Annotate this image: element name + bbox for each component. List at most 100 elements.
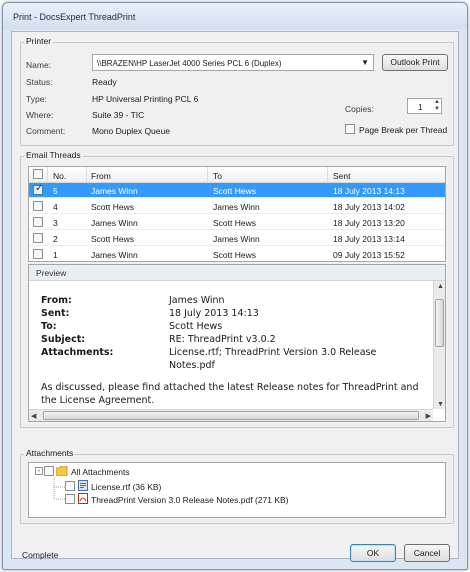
- rtf-file-icon: [78, 480, 88, 491]
- attachment-name: ThreadPrint Version 3.0 Release Notes.pd…: [91, 495, 289, 505]
- vertical-scroll-thumb[interactable]: [435, 299, 444, 347]
- row-from: Scott Hews: [91, 202, 134, 212]
- type-value: HP Universal Printing PCL 6: [92, 94, 199, 104]
- row-to: Scott Hews: [213, 250, 256, 260]
- all-attachments-checkbox[interactable]: [44, 466, 54, 476]
- row-checkbox[interactable]: [33, 201, 43, 211]
- preview-subject-value: RE: ThreadPrint v3.0.2: [169, 334, 276, 345]
- outlook-print-button[interactable]: Outlook Print: [382, 54, 448, 71]
- scroll-right-icon[interactable]: ▶: [426, 412, 431, 420]
- row-sent: 09 July 2013 15:52: [333, 250, 405, 260]
- row-checkbox[interactable]: [33, 183, 43, 195]
- row-to: Scott Hews: [213, 186, 256, 196]
- printer-name-value: \\BRAZEN\HP LaserJet 4000 Series PCL 6 (…: [97, 59, 282, 68]
- preview-header: Preview: [29, 265, 445, 281]
- table-row[interactable]: 4 Scott Hews James Winn 18 July 2013 14:…: [29, 199, 445, 214]
- col-sent-header[interactable]: Sent: [333, 171, 351, 181]
- attachment-checkbox[interactable]: [65, 481, 75, 491]
- type-label: Type:: [26, 94, 47, 104]
- chevron-down-icon: ▼: [361, 58, 369, 67]
- printer-name-select[interactable]: \\BRAZEN\HP LaserJet 4000 Series PCL 6 (…: [92, 54, 374, 71]
- preview-attachments-line2: Notes.pdf: [169, 360, 215, 371]
- col-from-header[interactable]: From: [91, 171, 111, 181]
- preview-subject-label: Subject:: [41, 334, 86, 345]
- name-label: Name:: [26, 60, 52, 70]
- row-sent: 18 July 2013 13:20: [333, 218, 405, 228]
- row-to: James Winn: [213, 202, 260, 212]
- preview-label: Preview: [36, 268, 67, 278]
- preview-pane[interactable]: Preview From: James Winn Sent: 18 July 2…: [28, 264, 446, 422]
- row-from: James Winn: [91, 250, 138, 260]
- row-from: Scott Hews: [91, 234, 134, 244]
- copies-label: Copies:: [345, 104, 374, 114]
- preview-horizontal-scrollbar[interactable]: ◀ ▶: [29, 409, 433, 421]
- window-title: Print - DocsExpert ThreadPrint: [13, 12, 136, 22]
- print-dialog: Print - DocsExpert ThreadPrint Printer N…: [2, 2, 468, 570]
- printer-group-label: Printer: [24, 36, 54, 46]
- cancel-button[interactable]: Cancel: [404, 544, 450, 562]
- row-sent: 18 July 2013 14:02: [333, 202, 405, 212]
- preview-body-line2: the License Agreement.: [41, 395, 155, 406]
- all-attachments-label: All Attachments: [71, 467, 130, 477]
- collapse-icon[interactable]: -: [35, 467, 43, 475]
- title-bar[interactable]: Print - DocsExpert ThreadPrint: [3, 3, 467, 29]
- status-text: Complete: [22, 550, 59, 560]
- spin-up-icon[interactable]: ▲: [434, 99, 440, 105]
- status-label: Status:: [26, 77, 53, 87]
- horizontal-scroll-thumb[interactable]: [43, 411, 419, 420]
- table-row[interactable]: 1 James Winn Scott Hews 09 July 2013 15:…: [29, 247, 445, 262]
- table-row[interactable]: 2 Scott Hews James Winn 18 July 2013 13:…: [29, 231, 445, 246]
- scroll-down-icon[interactable]: ▼: [437, 401, 444, 408]
- preview-attachments-label: Attachments:: [41, 347, 114, 358]
- threads-table: No. From To Sent 5 James Winn Scott Hews…: [28, 166, 446, 262]
- attachment-checkbox[interactable]: [65, 494, 75, 504]
- row-no: 1: [53, 250, 58, 260]
- col-no-header[interactable]: No.: [53, 171, 66, 181]
- where-label: Where:: [26, 110, 54, 120]
- folder-icon: [56, 466, 68, 476]
- table-row[interactable]: 3 James Winn Scott Hews 18 July 2013 13:…: [29, 215, 445, 230]
- row-no: 4: [53, 202, 58, 212]
- attachments-group-label: Attachments: [24, 448, 76, 458]
- row-to: James Winn: [213, 234, 260, 244]
- dialog-body: Printer Name: \\BRAZEN\HP LaserJet 4000 …: [11, 31, 459, 562]
- preview-body-line1: As discussed, please find attached the l…: [41, 382, 419, 393]
- row-no: 3: [53, 218, 58, 228]
- row-sent: 18 July 2013 14:13: [333, 186, 405, 196]
- preview-sent-label: Sent:: [41, 308, 70, 319]
- spin-down-icon[interactable]: ▼: [434, 106, 440, 112]
- page-break-checkbox[interactable]: [345, 124, 355, 134]
- attachment-name: License.rtf (36 KB): [91, 482, 162, 492]
- pdf-file-icon: [78, 493, 88, 504]
- ok-button[interactable]: OK: [350, 544, 396, 562]
- comment-value: Mono Duplex Queue: [92, 126, 170, 136]
- table-header: No. From To Sent: [29, 167, 445, 183]
- preview-to-value: Scott Hews: [169, 321, 223, 332]
- status-value: Ready: [92, 77, 117, 87]
- row-checkbox[interactable]: [33, 217, 43, 227]
- preview-vertical-scrollbar[interactable]: ▲ ▼: [433, 281, 445, 409]
- select-all-checkbox[interactable]: [33, 169, 43, 179]
- email-threads-label: Email Threads: [24, 150, 83, 160]
- row-to: Scott Hews: [213, 218, 256, 228]
- col-to-header[interactable]: To: [213, 171, 222, 181]
- preview-sent-value: 18 July 2013 14:13: [169, 308, 259, 319]
- where-value: Suite 39 - TIC: [92, 110, 145, 120]
- row-sent: 18 July 2013 13:14: [333, 234, 405, 244]
- copies-stepper[interactable]: 1 ▲ ▼: [407, 98, 442, 114]
- table-row[interactable]: 5 James Winn Scott Hews 18 July 2013 14:…: [29, 183, 445, 198]
- attachments-tree: - All Attachments License.rtf (36 KB) Th…: [28, 462, 446, 518]
- scroll-left-icon[interactable]: ◀: [31, 412, 36, 420]
- scroll-up-icon[interactable]: ▲: [437, 283, 444, 290]
- comment-label: Comment:: [26, 126, 66, 136]
- row-checkbox[interactable]: [33, 249, 43, 259]
- preview-from-label: From:: [41, 295, 72, 306]
- row-no: 2: [53, 234, 58, 244]
- row-no: 5: [53, 186, 58, 196]
- preview-from-value: James Winn: [169, 295, 225, 306]
- copies-value: 1: [418, 102, 423, 112]
- preview-to-label: To:: [41, 321, 57, 332]
- row-from: James Winn: [91, 186, 138, 196]
- page-break-label: Page Break per Thread: [359, 125, 448, 135]
- row-checkbox[interactable]: [33, 233, 43, 243]
